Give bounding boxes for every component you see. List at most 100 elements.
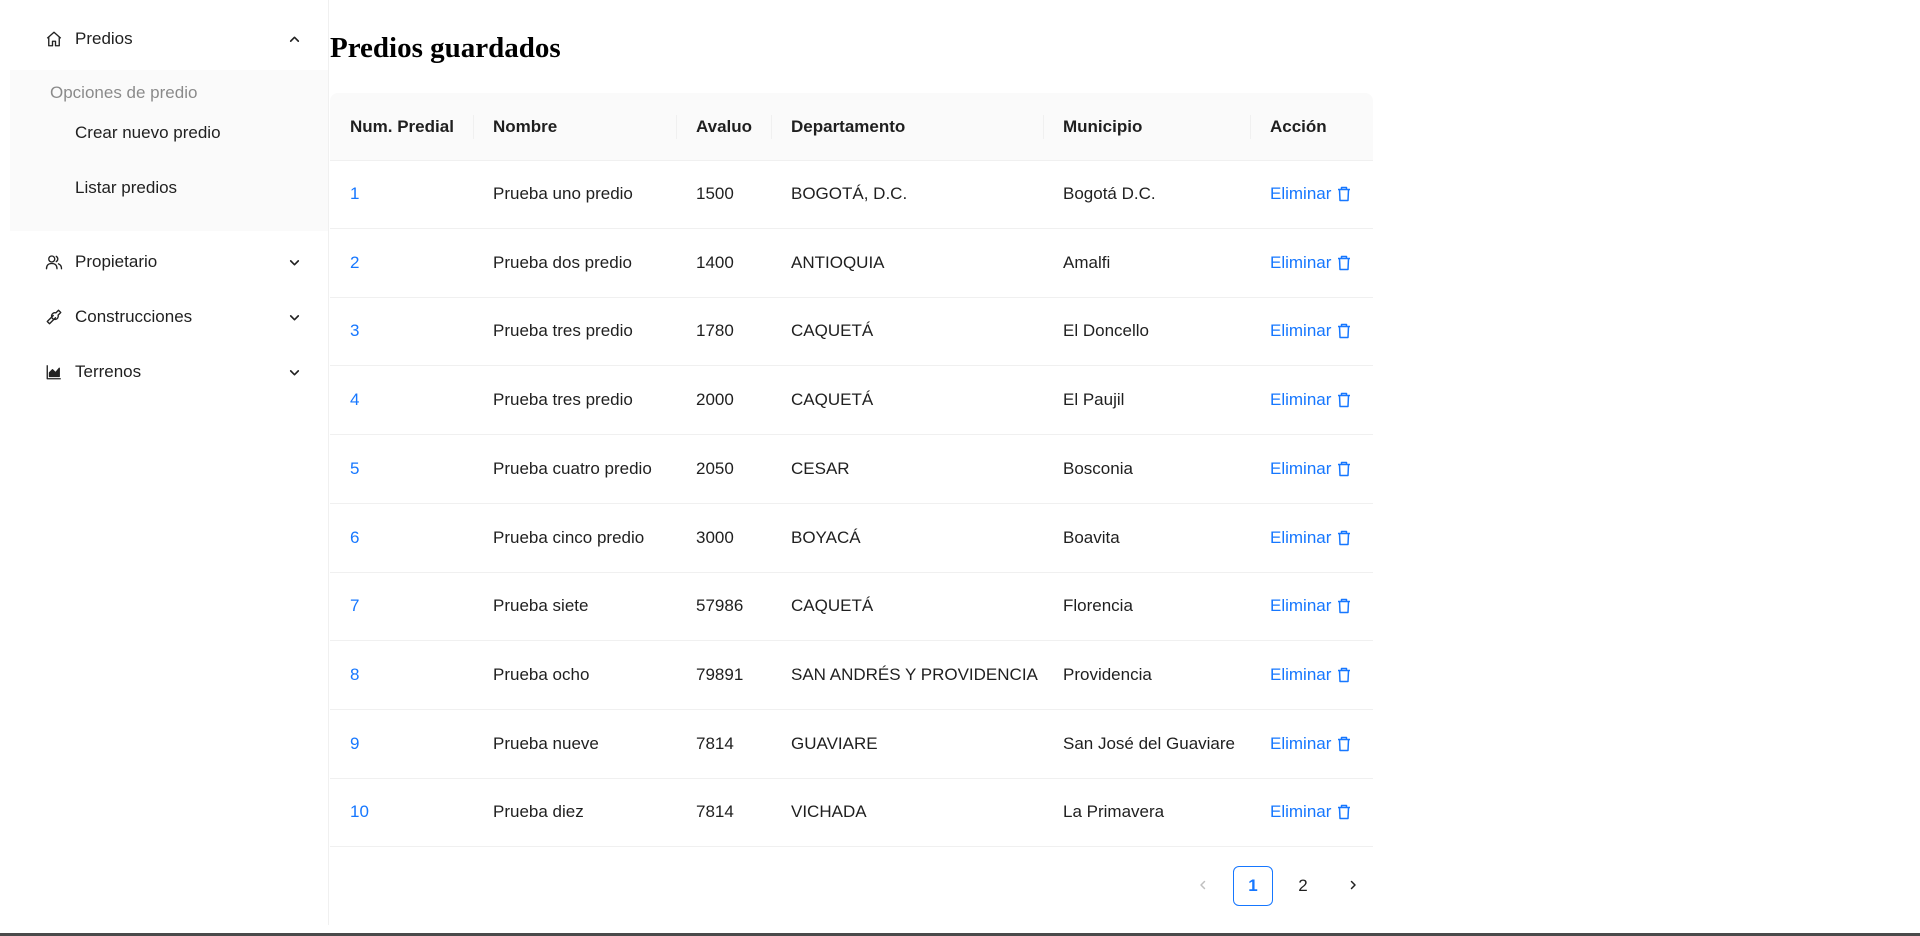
trash-icon (1337, 736, 1351, 752)
avaluo-cell: 3000 (696, 527, 734, 547)
table-row: 2 Prueba dos predio 1400 ANTIOQUIA Amalfi Eli… (330, 229, 1373, 298)
delete-label: Eliminar (1270, 527, 1332, 547)
column-header-nombre[interactable]: Nombre (493, 93, 557, 160)
delete-label: Eliminar (1270, 390, 1332, 410)
column-header-departamento[interactable]: Departamento (791, 93, 905, 160)
sidebar-item-terrenos[interactable]: Terrenos (10, 347, 328, 397)
delete-button[interactable]: Eliminar (1270, 528, 1351, 548)
departamento-cell: VICHADA (791, 802, 867, 822)
table-row: 7 Prueba siete 57986 CAQUETÁ Florencia Elimin… (330, 572, 1373, 642)
num-predial-link[interactable]: 9 (350, 734, 359, 754)
delete-button[interactable]: Eliminar (1270, 459, 1351, 479)
column-separator (473, 115, 474, 139)
pagination: 1 2 (1183, 866, 1373, 906)
municipio-cell: San José del Guaviare (1063, 733, 1235, 753)
chevron-up-icon (286, 31, 302, 47)
trash-icon (1337, 598, 1351, 614)
delete-label: Eliminar (1270, 802, 1332, 822)
delete-label: Eliminar (1270, 184, 1332, 203)
delete-button[interactable]: Eliminar (1270, 734, 1351, 754)
sidebar-menu: Predios Opciones de predio Crear nuevo p… (10, 0, 329, 925)
column-header-num-predial[interactable]: Num. Predial (350, 93, 454, 160)
sidebar-item-predios[interactable]: Predios (10, 14, 328, 64)
column-separator (676, 115, 677, 139)
page-button-2[interactable]: 2 (1283, 866, 1323, 906)
column-header-accion: Acción (1270, 116, 1327, 136)
delete-button[interactable]: Eliminar (1270, 802, 1351, 822)
sidebar-item-construcciones[interactable]: Construcciones (10, 292, 328, 342)
next-page-button[interactable] (1333, 866, 1373, 906)
sidebar-item-crear-predio[interactable]: Crear nuevo predio (10, 108, 328, 158)
table-row: 6 Prueba cinco predio 3000 BOYACÁ Boavita Eli… (330, 504, 1373, 573)
delete-button[interactable]: Eliminar (1270, 596, 1351, 616)
departamento-cell: GUAVIARE (791, 733, 878, 753)
departamento-cell: ANTIOQUIA (791, 252, 885, 272)
tool-icon (44, 307, 64, 327)
delete-label: Eliminar (1270, 596, 1332, 616)
num-predial-link[interactable]: 5 (350, 459, 359, 479)
delete-button[interactable]: Eliminar (1270, 665, 1351, 685)
num-predial-link[interactable]: 7 (350, 596, 359, 616)
municipio-cell: Boavita (1063, 527, 1120, 547)
column-separator (1043, 115, 1044, 139)
avaluo-cell: 1780 (696, 321, 734, 341)
num-predial-link[interactable]: 1 (350, 184, 359, 204)
avaluo-cell: 7814 (696, 802, 734, 822)
nombre-cell: Prueba dos predio (493, 252, 632, 272)
chevron-down-icon (286, 254, 302, 270)
municipio-cell: El Paujil (1063, 390, 1125, 410)
prev-page-button[interactable] (1183, 866, 1223, 906)
delete-label: Eliminar (1270, 321, 1332, 341)
avaluo-cell: 2000 (696, 390, 734, 410)
table-row: 5 Prueba cuatro predio 2050 CESAR Bosconia El… (330, 435, 1373, 504)
num-predial-link[interactable]: 8 (350, 665, 359, 685)
column-header-municipio[interactable]: Municipio (1063, 93, 1142, 160)
municipio-cell: Bogotá D.C. (1063, 184, 1156, 203)
sidebar-item-label: Terrenos (75, 362, 142, 381)
delete-button[interactable]: Eliminar (1270, 184, 1351, 204)
sidebar-item-listar-predios[interactable]: Listar predios (10, 163, 328, 213)
municipio-cell: El Doncello (1063, 321, 1149, 341)
num-predial-link[interactable]: 4 (350, 390, 359, 410)
municipio-cell: Florencia (1063, 596, 1133, 616)
table-row: 1 Prueba uno predio 1500 BOGOTÁ, D.C. Bogotá… (330, 160, 1373, 229)
avaluo-cell: 2050 (696, 458, 734, 478)
nombre-cell: Prueba cinco predio (493, 527, 645, 547)
municipio-cell: Providencia (1063, 664, 1152, 684)
table-row: 8 Prueba ocho 79891 SAN ANDRÉS Y PROVIDENCI… (330, 641, 1373, 710)
departamento-cell: CAQUETÁ (791, 596, 874, 616)
municipio-cell: La Primavera (1063, 802, 1165, 822)
delete-button[interactable]: Eliminar (1270, 253, 1351, 273)
sidebar-item-label: Listar predios (75, 178, 178, 197)
nombre-cell: Prueba diez (493, 802, 584, 822)
delete-button[interactable]: Eliminar (1270, 390, 1351, 410)
area-chart-icon (44, 362, 64, 382)
column-header-avaluo[interactable]: Avaluo (696, 93, 752, 160)
departamento-cell: SAN ANDRÉS Y PROVIDENCIA (791, 664, 1038, 684)
table-row: 9 Prueba nueve 7814 GUAVIARE San José del Gu… (330, 710, 1373, 779)
nombre-cell: Prueba siete (493, 596, 589, 616)
page-button-1[interactable]: 1 (1233, 866, 1273, 906)
num-predial-link[interactable]: 2 (350, 253, 359, 273)
sidebar-item-label: Construcciones (75, 307, 193, 326)
avaluo-cell: 79891 (696, 664, 744, 684)
delete-button[interactable]: Eliminar (1270, 321, 1351, 341)
departamento-cell: CAQUETÁ (791, 321, 874, 341)
avaluo-cell: 1400 (696, 252, 734, 272)
nombre-cell: Prueba cuatro predio (493, 458, 652, 478)
avaluo-cell: 57986 (696, 596, 744, 616)
chevron-left-icon (1197, 876, 1209, 896)
num-predial-link[interactable]: 10 (350, 802, 369, 822)
trash-icon (1337, 392, 1351, 408)
municipio-cell: Bosconia (1063, 458, 1133, 478)
chevron-right-icon (1347, 876, 1359, 896)
trash-icon (1337, 804, 1351, 820)
trash-icon (1337, 186, 1351, 202)
predios-submenu: Opciones de predio Crear nuevo predio Li… (10, 70, 328, 231)
chevron-down-icon (286, 309, 302, 325)
num-predial-link[interactable]: 3 (350, 321, 359, 341)
table-row: 4 Prueba tres predio 2000 CAQUETÁ El Paujil E… (330, 366, 1373, 436)
sidebar-item-propietario[interactable]: Propietario (10, 237, 328, 287)
num-predial-link[interactable]: 6 (350, 528, 359, 548)
sidebar-item-label: Predios (75, 29, 133, 48)
